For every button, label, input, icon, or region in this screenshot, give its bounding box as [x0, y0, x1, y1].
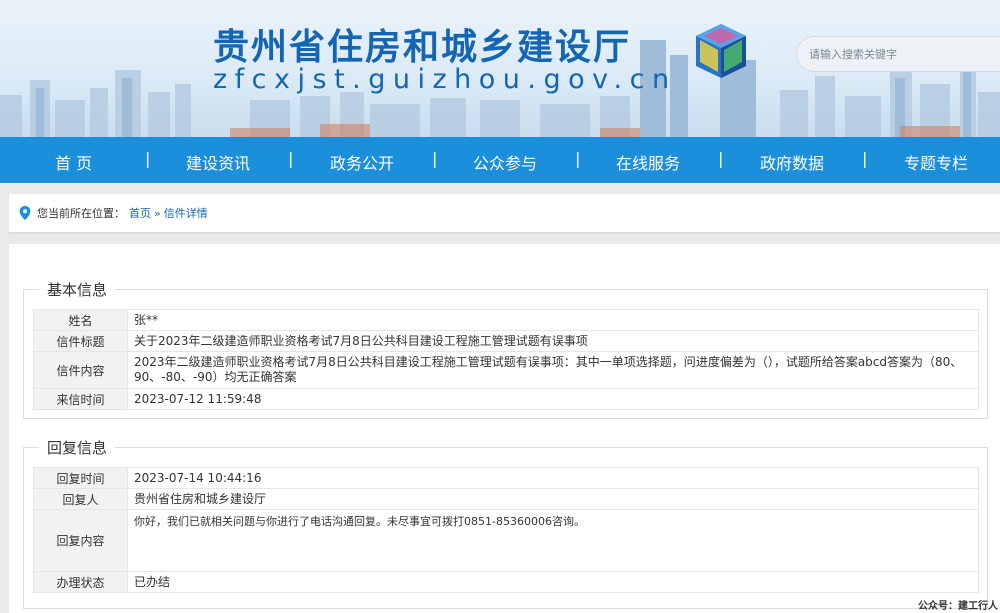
main-nav: 首 页 | 建设资讯 | 政务公开 | 公众参与 | 在线服务 | 政府数据 |…: [0, 137, 1000, 183]
nav-separator: |: [145, 149, 151, 168]
site-domain: zfcxjst.guizhou.gov.cn: [213, 64, 677, 95]
table-row: 信件标题 关于2023年二级建造师职业资格考试7月8日公共科目建设工程施工管理试…: [33, 330, 979, 352]
reply-time-label: 回复时间: [33, 467, 128, 489]
table-row: 信件内容 2023年二级建造师职业资格考试7月8日公共科目建设工程施工管理试题有…: [33, 351, 979, 389]
reply-content-label: 回复内容: [33, 509, 128, 572]
basic-info-table: 姓名 张** 信件标题 关于2023年二级建造师职业资格考试7月8日公共科目建设…: [33, 309, 979, 410]
table-row: 姓名 张**: [33, 309, 979, 331]
reply-info-heading: 回复信息: [39, 437, 116, 458]
nav-separator: |: [862, 149, 868, 168]
nav-item-news[interactable]: 建设资讯: [186, 150, 250, 174]
table-row: 回复人 贵州省住房和城乡建设厅: [33, 488, 979, 510]
nav-separator: |: [432, 149, 438, 168]
location-pin-icon: [19, 206, 31, 220]
reply-info-table: 回复时间 2023-07-14 10:44:16 回复人 贵州省住房和城乡建设厅…: [33, 467, 979, 593]
nav-separator: |: [575, 149, 581, 168]
search-input[interactable]: [797, 37, 1000, 71]
site-title[interactable]: 贵州省住房和城乡建设厅: [213, 18, 631, 70]
reply-time-value: 2023-07-14 10:44:16: [127, 467, 979, 489]
table-row: 回复时间 2023-07-14 10:44:16: [33, 467, 979, 489]
name-value: 张**: [127, 309, 979, 331]
status-value: 已办结: [127, 571, 979, 593]
breadcrumb-home-link[interactable]: 首页: [129, 205, 151, 221]
name-label: 姓名: [33, 309, 128, 331]
status-label: 办理状态: [33, 571, 128, 593]
letter-content-label: 信件内容: [33, 351, 128, 389]
table-row: 来信时间 2023-07-12 11:59:48: [33, 388, 979, 410]
nav-separator: |: [718, 149, 724, 168]
site-header: 贵州省住房和城乡建设厅 zfcxjst.guizhou.gov.cn: [0, 0, 1000, 137]
nav-item-government-affairs[interactable]: 政务公开: [330, 150, 394, 174]
nav-item-special-topics[interactable]: 专题专栏: [904, 150, 968, 174]
letter-time-value: 2023-07-12 11:59:48: [127, 388, 979, 410]
letter-title-label: 信件标题: [33, 330, 128, 352]
table-row: 办理状态 已办结: [33, 571, 979, 593]
letter-time-label: 来信时间: [33, 388, 128, 410]
breadcrumb: 您当前所在位置： 首页 » 信件详情: [9, 194, 1000, 234]
breadcrumb-current: 信件详情: [163, 207, 208, 220]
search-box[interactable]: [796, 36, 1000, 72]
nav-item-government-data[interactable]: 政府数据: [760, 150, 824, 174]
watermark-text: 公众号：建工行人: [918, 601, 998, 612]
nav-item-online-services[interactable]: 在线服务: [616, 150, 680, 174]
letter-content-value: 2023年二级建造师职业资格考试7月8日公共科目建设工程施工管理试题有误事项：其…: [127, 351, 979, 389]
nav-item-public-participation[interactable]: 公众参与: [473, 150, 537, 174]
nav-item-home[interactable]: 首 页: [55, 150, 92, 174]
letter-detail-card: 基本信息 姓名 张** 信件标题 关于2023年二级建造师职业资格考试7月8日公…: [9, 244, 1000, 613]
breadcrumb-separator: »: [154, 206, 161, 220]
basic-info-heading: 基本信息: [39, 279, 116, 300]
replier-value: 贵州省住房和城乡建设厅: [127, 488, 979, 510]
replier-label: 回复人: [33, 488, 128, 510]
nav-separator: |: [288, 149, 294, 168]
site-logo-cube-icon: [696, 24, 746, 78]
breadcrumb-label: 您当前所在位置：: [37, 207, 125, 220]
reply-content-value: 你好，我们已就相关问题与你进行了电话沟通回复。未尽事宜可拨打0851-85360…: [127, 509, 979, 572]
letter-title-value: 关于2023年二级建造师职业资格考试7月8日公共科目建设工程施工管理试题有误事项: [127, 330, 979, 352]
table-row: 回复内容 你好，我们已就相关问题与你进行了电话沟通回复。未尽事宜可拨打0851-…: [33, 509, 979, 572]
